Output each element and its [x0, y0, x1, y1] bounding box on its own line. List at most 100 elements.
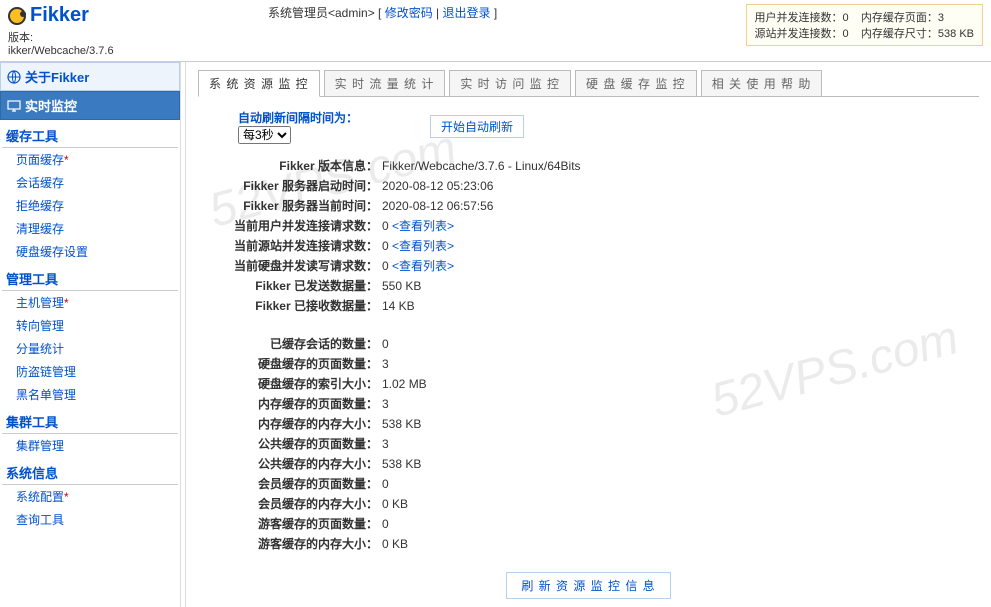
info-row: Fikker 版本信息：Fikker/Webcache/3.7.6 - Linu…: [218, 156, 979, 176]
info-label: 游客缓存的内存大小：: [218, 535, 378, 553]
info-label: Fikker 已发送数据量：: [218, 277, 378, 295]
sidebar-item[interactable]: 清理缓存: [0, 217, 180, 240]
info-row: 会员缓存的内存大小：0 KB: [218, 494, 979, 514]
info-row: Fikker 已接收数据量：14 KB: [218, 296, 979, 316]
info-value: 0: [382, 335, 389, 353]
change-password-link[interactable]: 修改密码: [385, 6, 433, 20]
info-value: 3: [382, 395, 389, 413]
sidebar-item[interactable]: 集群管理: [0, 434, 180, 457]
tab[interactable]: 实 时 访 问 监 控: [449, 70, 571, 96]
sidebar-item[interactable]: 系统配置*: [0, 485, 180, 508]
tabs: 系 统 资 源 监 控实 时 流 量 统 计实 时 访 问 监 控硬 盘 缓 存…: [198, 70, 979, 97]
info-label: 当前源站并发连接请求数：: [218, 237, 378, 255]
info-label: 当前用户并发连接请求数：: [218, 217, 378, 235]
sidebar-item[interactable]: 会话缓存: [0, 171, 180, 194]
info-label: 会员缓存的内存大小：: [218, 495, 378, 513]
system-info-block-2: 已缓存会话的数量：0硬盘缓存的页面数量：3硬盘缓存的索引大小：1.02 MB内存…: [218, 334, 979, 554]
sidebar-group-title: 管理工具: [2, 263, 178, 291]
refresh-resource-button[interactable]: 刷 新 资 源 监 控 信 息: [506, 572, 670, 599]
info-value: 2020-08-12 06:57:56: [382, 197, 493, 215]
sidebar-item[interactable]: 分量统计: [0, 337, 180, 360]
sidebar-group-title: 系统信息: [2, 457, 178, 485]
info-row: Fikker 服务器启动时间：2020-08-12 05:23:06: [218, 176, 979, 196]
info-row: 公共缓存的页面数量：3: [218, 434, 979, 454]
view-list-link[interactable]: <查看列表>: [389, 239, 454, 253]
globe-icon: [7, 70, 21, 84]
sidebar-item[interactable]: 转向管理: [0, 314, 180, 337]
sidebar-about[interactable]: 关于Fikker: [0, 62, 180, 91]
logout-link[interactable]: 退出登录: [443, 6, 491, 20]
status-box: 用户并发连接数：0 内存缓存页面：3 源站并发连接数：0 内存缓存尺寸：538 …: [746, 4, 983, 46]
info-row: 当前硬盘并发读写请求数：0 <查看列表>: [218, 256, 979, 276]
info-label: Fikker 服务器启动时间：: [218, 177, 378, 195]
info-label: 公共缓存的页面数量：: [218, 435, 378, 453]
tab[interactable]: 实 时 流 量 统 计: [324, 70, 446, 96]
info-row: 内存缓存的内存大小：538 KB: [218, 414, 979, 434]
info-label: 游客缓存的页面数量：: [218, 515, 378, 533]
info-value: 14 KB: [382, 297, 415, 315]
info-row: 硬盘缓存的索引大小：1.02 MB: [218, 374, 979, 394]
logo: Fikker: [8, 4, 188, 27]
sidebar-realtime[interactable]: 实时监控: [0, 91, 180, 120]
info-label: Fikker 服务器当前时间：: [218, 197, 378, 215]
sidebar-group-title: 缓存工具: [2, 120, 178, 148]
sidebar-item[interactable]: 硬盘缓存设置: [0, 240, 180, 263]
info-row: 游客缓存的内存大小：0 KB: [218, 534, 979, 554]
info-value: 0 KB: [382, 535, 408, 553]
admin-info: 系统管理员<admin> [ 修改密码 | 退出登录 ]: [268, 4, 497, 21]
view-list-link[interactable]: <查看列表>: [389, 259, 454, 273]
tab[interactable]: 相 关 使 用 帮 助: [701, 70, 823, 96]
sidebar-item[interactable]: 查询工具: [0, 508, 180, 531]
tab[interactable]: 硬 盘 缓 存 监 控: [575, 70, 697, 96]
info-value: 3: [382, 435, 389, 453]
tab[interactable]: 系 统 资 源 监 控: [198, 70, 320, 97]
info-value: 538 KB: [382, 455, 421, 473]
info-row: 内存缓存的页面数量：3: [218, 394, 979, 414]
sidebar-item[interactable]: 拒绝缓存: [0, 194, 180, 217]
info-value: 0 <查看列表>: [382, 257, 454, 275]
main-content: 52VPS.com 52VPS.com 系 统 资 源 监 控实 时 流 量 统…: [186, 62, 991, 607]
info-label: 硬盘缓存的索引大小：: [218, 375, 378, 393]
info-value: 3: [382, 355, 389, 373]
system-info-block-1: Fikker 版本信息：Fikker/Webcache/3.7.6 - Linu…: [218, 156, 979, 316]
refresh-label: 自动刷新间隔时间为：: [238, 109, 358, 126]
start-auto-refresh-button[interactable]: 开始自动刷新: [430, 115, 524, 138]
info-label: 硬盘缓存的页面数量：: [218, 355, 378, 373]
monitor-icon: [7, 99, 21, 113]
info-row: 当前源站并发连接请求数：0 <查看列表>: [218, 236, 979, 256]
info-row: 硬盘缓存的页面数量：3: [218, 354, 979, 374]
info-value: 0: [382, 475, 389, 493]
info-row: Fikker 服务器当前时间：2020-08-12 06:57:56: [218, 196, 979, 216]
info-label: 已缓存会话的数量：: [218, 335, 378, 353]
info-row: 已缓存会话的数量：0: [218, 334, 979, 354]
info-value: 0 <查看列表>: [382, 217, 454, 235]
info-row: 公共缓存的内存大小：538 KB: [218, 454, 979, 474]
info-value: 1.02 MB: [382, 375, 427, 393]
info-label: 公共缓存的内存大小：: [218, 455, 378, 473]
sidebar: 关于Fikker 实时监控 缓存工具页面缓存*会话缓存拒绝缓存清理缓存硬盘缓存设…: [0, 62, 180, 607]
view-list-link[interactable]: <查看列表>: [389, 219, 454, 233]
version: 版本: ikker/Webcache/3.7.6: [8, 29, 188, 57]
info-row: 游客缓存的页面数量：0: [218, 514, 979, 534]
info-value: 0: [382, 515, 389, 533]
info-row: 会员缓存的页面数量：0: [218, 474, 979, 494]
info-value: 538 KB: [382, 415, 421, 433]
logo-icon: [8, 7, 26, 25]
sidebar-group-title: 集群工具: [2, 406, 178, 434]
info-value: 0 <查看列表>: [382, 237, 454, 255]
sidebar-item[interactable]: 防盗链管理: [0, 360, 180, 383]
info-label: 内存缓存的内存大小：: [218, 415, 378, 433]
info-row: Fikker 已发送数据量：550 KB: [218, 276, 979, 296]
sidebar-item[interactable]: 黑名单管理: [0, 383, 180, 406]
info-value: 2020-08-12 05:23:06: [382, 177, 493, 195]
info-label: Fikker 版本信息：: [218, 157, 378, 175]
brand-name: Fikker: [30, 4, 89, 27]
sidebar-item[interactable]: 主机管理*: [0, 291, 180, 314]
info-label: 当前硬盘并发读写请求数：: [218, 257, 378, 275]
sidebar-item[interactable]: 页面缓存*: [0, 148, 180, 171]
refresh-interval-select[interactable]: 每3秒: [238, 126, 291, 144]
info-label: Fikker 已接收数据量：: [218, 297, 378, 315]
info-value: 550 KB: [382, 277, 421, 295]
info-label: 内存缓存的页面数量：: [218, 395, 378, 413]
info-value: Fikker/Webcache/3.7.6 - Linux/64Bits: [382, 157, 581, 175]
